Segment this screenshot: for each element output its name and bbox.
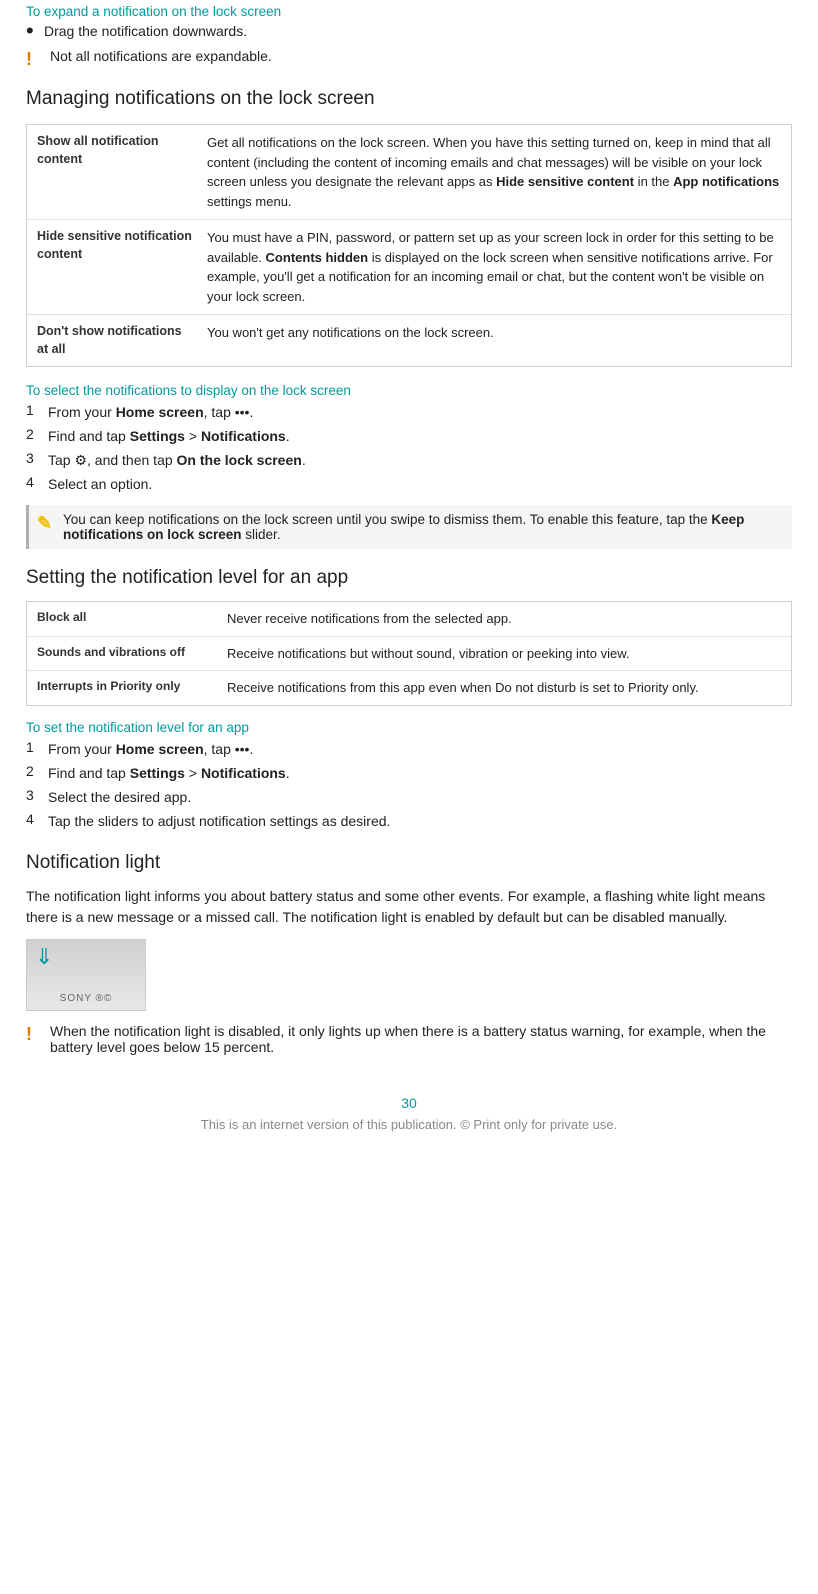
notification-light-para: The notification light informs you about… [26, 886, 792, 929]
set-step-num-1: 1 [26, 739, 48, 755]
download-arrow-icon: ⇓ [35, 944, 53, 970]
step-num-2: 2 [26, 426, 48, 442]
set-step-1-text: From your Home screen, tap •••. [48, 739, 792, 760]
bullet-drag-text: Drag the notification downwards. [44, 23, 792, 39]
interrupts-priority-key: Interrupts in Priority only [37, 678, 227, 695]
block-all-key: Block all [37, 609, 227, 626]
set-level-steps-list: 1 From your Home screen, tap •••. 2 Find… [26, 739, 792, 832]
not-all-expandable-warning: ! Not all notifications are expandable. [26, 48, 792, 70]
tip-icon: ✎ [37, 513, 59, 534]
footer-text: This is an internet version of this publ… [26, 1117, 792, 1132]
list-item: 2 Find and tap Settings > Notifications. [26, 763, 792, 784]
list-item: 1 From your Home screen, tap •••. [26, 402, 792, 423]
page-number: 30 [26, 1095, 792, 1111]
tip-row: ✎ You can keep notifications on the lock… [26, 505, 792, 549]
list-item: 1 From your Home screen, tap •••. [26, 739, 792, 760]
sony-label: SONY ®© [60, 993, 113, 1004]
notification-light-image: ⇓ SONY ®© [26, 939, 146, 1011]
step-1-text: From your Home screen, tap •••. [48, 402, 792, 423]
show-all-val: Get all notifications on the lock screen… [207, 133, 781, 211]
managing-table: Show all notification content Get all no… [26, 124, 792, 367]
warning-icon-2: ! [26, 1024, 48, 1045]
table-row: Show all notification content Get all no… [27, 125, 791, 220]
not-expandable-text: Not all notifications are expandable. [50, 48, 792, 64]
set-step-2-text: Find and tap Settings > Notifications. [48, 763, 792, 784]
table-row: Sounds and vibrations off Receive notifi… [27, 637, 791, 672]
set-level-heading: To set the notification level for an app [26, 720, 792, 735]
setting-notification-heading: Setting the notification level for an ap… [26, 567, 792, 589]
table-row: Interrupts in Priority only Receive noti… [27, 671, 791, 705]
tip-text: You can keep notifications on the lock s… [63, 512, 782, 542]
hide-sensitive-key: Hide sensitive notification content [37, 228, 207, 306]
set-step-3-text: Select the desired app. [48, 787, 792, 808]
dont-show-key: Don't show notifications at all [37, 323, 207, 358]
select-steps-list: 1 From your Home screen, tap •••. 2 Find… [26, 402, 792, 495]
step-3-text: Tap ⚙, and then tap On the lock screen. [48, 450, 792, 471]
set-step-4-text: Tap the sliders to adjust notification s… [48, 811, 792, 832]
list-item: 4 Select an option. [26, 474, 792, 495]
show-all-key: Show all notification content [37, 133, 207, 211]
step-num-3: 3 [26, 450, 48, 466]
expand-notification-heading: To expand a notification on the lock scr… [26, 4, 792, 19]
warning-icon: ! [26, 49, 48, 70]
block-all-val: Never receive notifications from the sel… [227, 609, 781, 629]
page-footer: 30 This is an internet version of this p… [26, 1095, 792, 1132]
bullet-dot-icon: • [26, 20, 44, 42]
step-num-4: 4 [26, 474, 48, 490]
step-2-text: Find and tap Settings > Notifications. [48, 426, 792, 447]
notification-light-warning-text: When the notification light is disabled,… [50, 1023, 792, 1055]
managing-notifications-heading: Managing notifications on the lock scree… [26, 88, 792, 110]
step-4-text: Select an option. [48, 474, 792, 495]
select-notifications-heading: To select the notifications to display o… [26, 383, 792, 398]
notification-light-heading: Notification light [26, 852, 792, 874]
table-row: Block all Never receive notifications fr… [27, 602, 791, 637]
table-row: Hide sensitive notification content You … [27, 220, 791, 315]
setting-table: Block all Never receive notifications fr… [26, 601, 792, 706]
list-item: 3 Select the desired app. [26, 787, 792, 808]
set-step-num-4: 4 [26, 811, 48, 827]
notification-light-warning: ! When the notification light is disable… [26, 1023, 792, 1055]
bullet-drag: • Drag the notification downwards. [26, 23, 792, 42]
sounds-vibrations-key: Sounds and vibrations off [37, 644, 227, 661]
set-step-num-2: 2 [26, 763, 48, 779]
sounds-vibrations-val: Receive notifications but without sound,… [227, 644, 781, 664]
dont-show-val: You won't get any notifications on the l… [207, 323, 781, 358]
step-num-1: 1 [26, 402, 48, 418]
hide-sensitive-val: You must have a PIN, password, or patter… [207, 228, 781, 306]
table-row: Don't show notifications at all You won'… [27, 315, 791, 366]
interrupts-priority-val: Receive notifications from this app even… [227, 678, 781, 698]
list-item: 2 Find and tap Settings > Notifications. [26, 426, 792, 447]
list-item: 3 Tap ⚙, and then tap On the lock screen… [26, 450, 792, 471]
set-step-num-3: 3 [26, 787, 48, 803]
list-item: 4 Tap the sliders to adjust notification… [26, 811, 792, 832]
